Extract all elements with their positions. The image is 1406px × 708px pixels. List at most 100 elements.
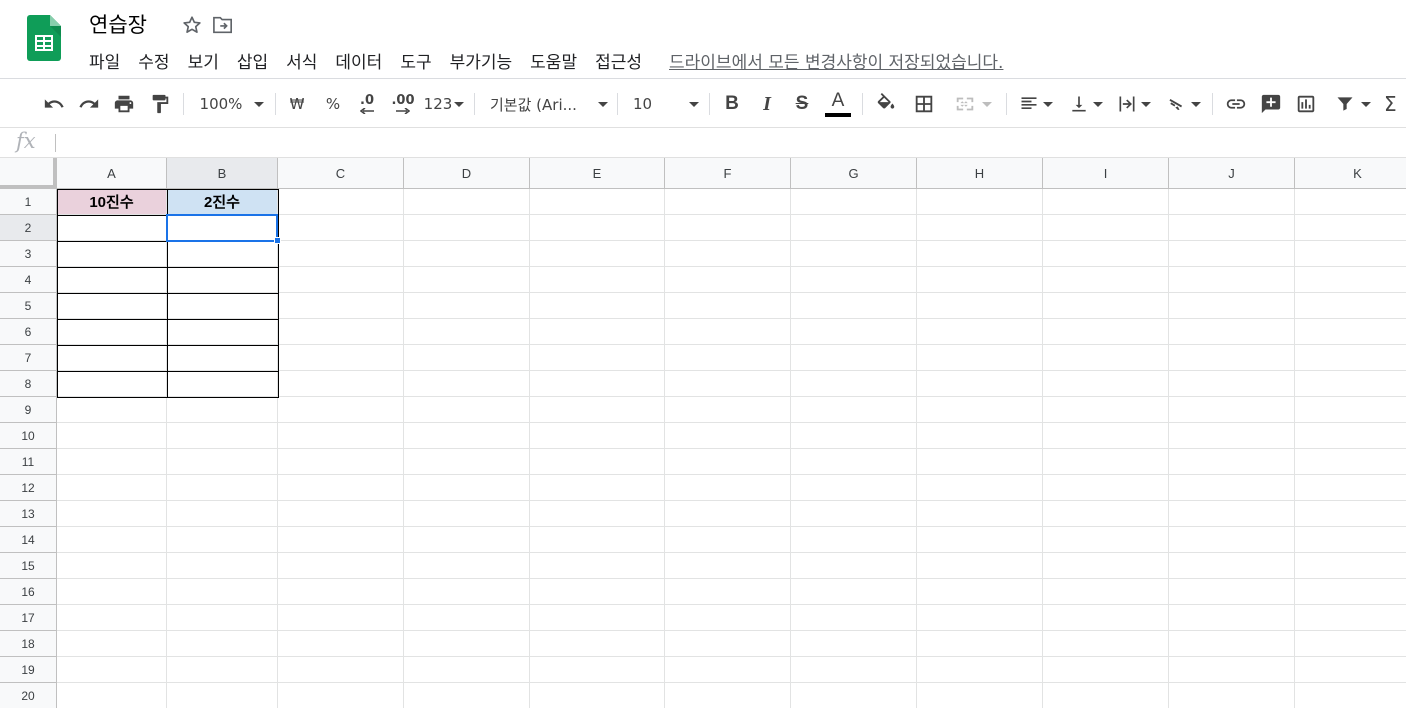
print-icon[interactable] (110, 89, 138, 119)
cell-c6[interactable] (278, 319, 404, 345)
functions-button[interactable]: Σ (1384, 89, 1406, 119)
cell-a19[interactable] (57, 657, 167, 683)
cell-k12[interactable] (1295, 475, 1406, 501)
row-header-6[interactable]: 6 (0, 319, 57, 345)
row-header-5[interactable]: 5 (0, 293, 57, 319)
row-header-12[interactable]: 12 (0, 475, 57, 501)
cell-g12[interactable] (791, 475, 917, 501)
decrease-decimal-button[interactable]: .0 (352, 89, 382, 119)
menu-edit[interactable]: 수정 (129, 46, 178, 75)
cell-k2[interactable] (1295, 215, 1406, 241)
cell-d16[interactable] (404, 579, 530, 605)
cell-g20[interactable] (791, 683, 917, 708)
cell-k9[interactable] (1295, 397, 1406, 423)
cell-e3[interactable] (530, 241, 665, 267)
cell-g3[interactable] (791, 241, 917, 267)
cell-j18[interactable] (1169, 631, 1295, 657)
row-header-19[interactable]: 19 (0, 657, 57, 683)
cell-h19[interactable] (917, 657, 1043, 683)
filter-button[interactable] (1330, 89, 1376, 119)
redo-icon[interactable] (75, 89, 103, 119)
cell-f19[interactable] (665, 657, 791, 683)
cell-d7[interactable] (404, 345, 530, 371)
cell-b10[interactable] (167, 423, 278, 449)
cell-j11[interactable] (1169, 449, 1295, 475)
cell-d9[interactable] (404, 397, 530, 423)
cell-h5[interactable] (917, 293, 1043, 319)
cell-b12[interactable] (167, 475, 278, 501)
cell-b11[interactable] (167, 449, 278, 475)
menu-addons[interactable]: 부가기능 (441, 46, 522, 75)
cell-g4[interactable] (791, 267, 917, 293)
document-title[interactable]: 연습장 (89, 9, 147, 39)
zoom-select[interactable]: 100% (194, 89, 270, 119)
cell-d6[interactable] (404, 319, 530, 345)
cell-d5[interactable] (404, 293, 530, 319)
cell-g1[interactable] (791, 189, 917, 215)
cell-a9[interactable] (57, 397, 167, 423)
font-family-select[interactable]: 기본값 (Ari... (490, 89, 608, 119)
cell-f9[interactable] (665, 397, 791, 423)
cell-g16[interactable] (791, 579, 917, 605)
cell-e10[interactable] (530, 423, 665, 449)
cell-f13[interactable] (665, 501, 791, 527)
cell-a17[interactable] (57, 605, 167, 631)
cell-j12[interactable] (1169, 475, 1295, 501)
cell-i1[interactable] (1043, 189, 1169, 215)
cell-h3[interactable] (917, 241, 1043, 267)
formula-input[interactable] (62, 132, 1362, 154)
vertical-align-button[interactable] (1066, 89, 1106, 119)
cell-k6[interactable] (1295, 319, 1406, 345)
cell-h7[interactable] (917, 345, 1043, 371)
row-header-8[interactable]: 8 (0, 371, 57, 397)
cell-f10[interactable] (665, 423, 791, 449)
cell-i13[interactable] (1043, 501, 1169, 527)
row-header-13[interactable]: 13 (0, 501, 57, 527)
cell-g6[interactable] (791, 319, 917, 345)
cell-e9[interactable] (530, 397, 665, 423)
cell-g10[interactable] (791, 423, 917, 449)
cell-i3[interactable] (1043, 241, 1169, 267)
cell-c15[interactable] (278, 553, 404, 579)
cell-j14[interactable] (1169, 527, 1295, 553)
cell-g5[interactable] (791, 293, 917, 319)
cell-f6[interactable] (665, 319, 791, 345)
cell-e8[interactable] (530, 371, 665, 397)
merge-cells-button[interactable] (947, 89, 999, 119)
cell-a14[interactable] (57, 527, 167, 553)
cell-i9[interactable] (1043, 397, 1169, 423)
cell-c1[interactable] (278, 189, 404, 215)
menu-format[interactable]: 서식 (277, 46, 326, 75)
cell-c10[interactable] (278, 423, 404, 449)
cell-j1[interactable] (1169, 189, 1295, 215)
cell-k11[interactable] (1295, 449, 1406, 475)
cell-g11[interactable] (791, 449, 917, 475)
cell-f3[interactable] (665, 241, 791, 267)
cell-g19[interactable] (791, 657, 917, 683)
number-format-select[interactable]: 123 (423, 89, 465, 119)
column-header-k[interactable]: K (1295, 158, 1406, 189)
cell-k18[interactable] (1295, 631, 1406, 657)
bold-button[interactable]: B (719, 89, 745, 119)
cell-f4[interactable] (665, 267, 791, 293)
cell-f18[interactable] (665, 631, 791, 657)
row-header-16[interactable]: 16 (0, 579, 57, 605)
menu-insert[interactable]: 삽입 (228, 46, 277, 75)
cell-f7[interactable] (665, 345, 791, 371)
cell-i7[interactable] (1043, 345, 1169, 371)
cell-f17[interactable] (665, 605, 791, 631)
cell-d13[interactable] (404, 501, 530, 527)
cell-f15[interactable] (665, 553, 791, 579)
cell-c14[interactable] (278, 527, 404, 553)
strikethrough-button[interactable]: S (789, 89, 815, 119)
menu-accessibility[interactable]: 접근성 (586, 46, 651, 75)
column-header-i[interactable]: I (1043, 158, 1169, 189)
column-header-a[interactable]: A (57, 158, 167, 189)
cell-j17[interactable] (1169, 605, 1295, 631)
cell-h15[interactable] (917, 553, 1043, 579)
cell-e16[interactable] (530, 579, 665, 605)
save-status-link[interactable]: 드라이브에서 모든 변경사항이 저장되었습니다. (669, 48, 1003, 73)
cell-d4[interactable] (404, 267, 530, 293)
font-size-select[interactable]: 10 (633, 89, 699, 119)
cell-j10[interactable] (1169, 423, 1295, 449)
